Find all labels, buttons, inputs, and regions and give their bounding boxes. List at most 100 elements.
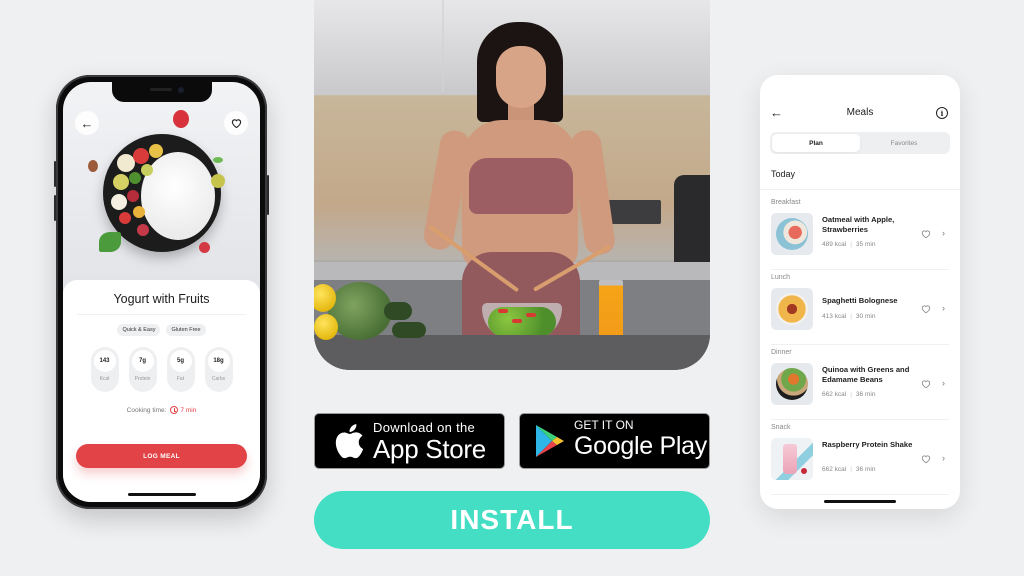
google-play-text: GET IT ON Google Play [574,419,707,460]
meal-section-snack: Snack Raspberry Protein Shake 662 kcal |… [760,420,960,495]
meal-meta: 662 kcal | 36 min [822,466,875,473]
list-item[interactable]: Quinoa with Greens and Edamame Beans 662… [771,363,949,405]
home-indicator [127,493,196,496]
cooking-time-label: Cooking time: [126,406,167,414]
google-play-small-text: GET IT ON [574,418,634,432]
heart-icon[interactable] [921,304,931,314]
favorite-button[interactable] [224,111,248,135]
fruit [141,164,153,176]
chevron-right-icon[interactable]: › [942,303,945,313]
list-item[interactable]: Oatmeal with Apple, Strawberries 489 kca… [771,213,949,255]
macro-kcal: 143 Kcal [90,347,119,392]
cooking-time-value-wrap: 7 min [170,406,196,414]
cucumber [384,302,412,320]
meal-meta: 489 kcal | 35 min [822,241,875,248]
phone-side-button [267,175,269,215]
arrow-left-icon: ← [80,115,94,131]
meals-header: ← Meals i [760,105,960,123]
chevron-right-icon[interactable]: › [942,453,945,463]
clock-icon [170,406,179,414]
list-item[interactable]: Raspberry Protein Shake 662 kcal | 36 mi… [771,438,949,480]
macro-carbs: 18g Carbs [204,347,233,392]
meal-thumbnail-shake [771,438,813,480]
plate [776,293,808,325]
raspberry [173,110,189,128]
fruit [149,144,163,158]
mint-leaf [99,232,121,252]
macro-value: 143 [93,350,116,372]
divider [77,314,246,315]
macro-label: Carbs [211,376,226,382]
divider [760,189,960,190]
broccoli [328,282,392,340]
meal-category: Breakfast [771,199,801,206]
meal-name: Oatmeal with Apple, Strawberries [822,215,895,235]
back-button[interactable]: ← [75,111,99,135]
fruit [127,190,139,202]
meal-thumbnail-quinoa [771,363,813,405]
lemon [314,314,338,340]
meal-time: 36 min [855,391,876,398]
separator: | [850,391,852,398]
meal-kcal: 489 kcal [822,241,847,248]
plate [776,218,808,250]
person-face [496,46,546,108]
meal-list: Breakfast Oatmeal with Apple, Strawberri… [760,195,960,495]
grape [211,174,225,188]
meal-kcal: 662 kcal [822,466,847,473]
heart-icon[interactable] [921,229,931,239]
meal-kcal: 662 kcal [822,391,847,398]
macro-protein: 7g Protein [128,347,157,392]
phone-side-button [54,161,56,187]
list-item[interactable]: Spaghetti Bolognese 413 kcal | 30 min › [771,288,949,330]
tomato [498,309,508,313]
phone-notch [111,82,212,102]
macro-fat: 5g Fat [166,347,195,392]
tomato [526,313,536,317]
macro-label: Kcal [99,376,110,382]
heart-icon[interactable] [921,454,931,464]
macro-value: 7g [131,350,154,372]
meal-thumbnail-oatmeal [771,213,813,255]
separator: | [850,466,852,473]
tomato [512,319,522,323]
macro-label: Protein [134,376,151,382]
meal-time: 30 min [855,313,876,320]
raspberry [199,242,210,253]
kitchen-cabinet [314,0,442,95]
table [314,335,710,370]
fruit [133,148,149,164]
meal-kcal: 413 kcal [822,313,847,320]
utensil-holder [674,175,710,265]
install-button[interactable]: INSTALL [314,491,710,549]
tab-plan[interactable]: Plan [772,134,860,152]
macro-value: 5g [169,350,192,372]
recipe-screen: ← Yogurt with Fruits Quick & Easy Gluten… [63,82,260,502]
heart-icon [231,119,241,128]
sports-bra [469,158,573,214]
meal-category: Dinner [771,349,792,356]
meal-section-breakfast: Breakfast Oatmeal with Apple, Strawberri… [760,195,960,270]
meal-meta: 413 kcal | 30 min [822,313,875,320]
tab-favorites[interactable]: Favorites [860,134,948,152]
meal-time: 36 min [855,466,876,473]
meals-phone-mockup: ← Meals i Plan Favorites Today Breakfast… [760,75,960,509]
recipe-tags: Quick & Easy Gluten Free [63,324,260,336]
tag-quick-easy: Quick & Easy [117,324,161,336]
day-label: Today [771,169,796,179]
google-play-button[interactable]: GET IT ON Google Play [519,413,710,469]
fruit [129,172,141,184]
app-store-button[interactable]: Download on the App Store [314,413,505,469]
chevron-right-icon[interactable]: › [942,228,945,238]
fruit [111,194,127,210]
log-meal-button[interactable]: LOG MEAL [76,444,247,468]
apple-logo-icon [335,424,364,459]
chevron-right-icon[interactable]: › [942,378,945,388]
meal-thumbnail-spaghetti [771,288,813,330]
plate [776,368,808,400]
fruit [113,174,129,190]
meal-section-dinner: Dinner Quinoa with Greens and Edamame Be… [760,345,960,420]
heart-icon[interactable] [921,379,931,389]
google-play-big-text: Google Play [574,432,707,460]
info-icon[interactable]: i [936,107,948,119]
